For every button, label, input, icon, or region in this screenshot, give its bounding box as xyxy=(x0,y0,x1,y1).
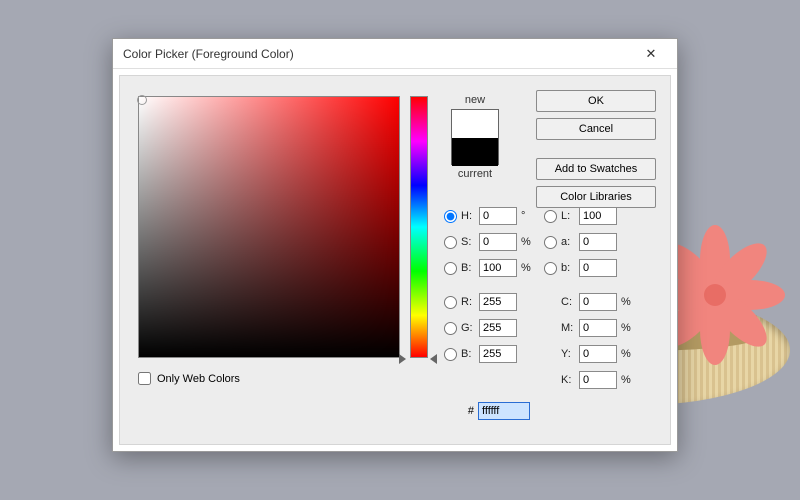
s-unit: % xyxy=(521,236,533,248)
bb-input[interactable] xyxy=(479,345,517,363)
h-label: H: xyxy=(461,210,479,222)
hue-pointer-left-icon[interactable] xyxy=(399,354,406,364)
hex-row: # xyxy=(460,402,530,420)
y-label: Y: xyxy=(561,348,579,360)
m-unit: % xyxy=(621,322,633,334)
saturation-value-field[interactable] xyxy=(138,96,400,358)
b-label: B: xyxy=(461,262,479,274)
dialog-body: new current OK Cancel Add to Swatches Co… xyxy=(119,75,671,445)
lb-input[interactable] xyxy=(579,259,617,277)
hue-pointer-right-icon[interactable] xyxy=(430,354,437,364)
cancel-button[interactable]: Cancel xyxy=(536,118,656,140)
l-label: L: xyxy=(561,210,579,222)
k-label: K: xyxy=(561,374,579,386)
m-label: M: xyxy=(561,322,579,334)
mode-g-radio[interactable] xyxy=(444,322,457,335)
c-input[interactable] xyxy=(579,293,617,311)
b-unit: % xyxy=(521,262,533,274)
mode-b-radio[interactable] xyxy=(444,262,457,275)
c-label: C: xyxy=(561,296,579,308)
y-input[interactable] xyxy=(579,345,617,363)
close-icon[interactable]: ✕ xyxy=(631,43,671,65)
add-to-swatches-button[interactable]: Add to Swatches xyxy=(536,158,656,180)
c-unit: % xyxy=(621,296,633,308)
mode-a-radio[interactable] xyxy=(544,236,557,249)
color-fields: H: ° S: % B: % R: xyxy=(444,204,533,368)
only-web-colors-row: Only Web Colors xyxy=(138,372,240,385)
dialog-title: Color Picker (Foreground Color) xyxy=(123,39,294,69)
color-picker-dialog: Color Picker (Foreground Color) ✕ new cu… xyxy=(112,38,678,452)
y-unit: % xyxy=(621,348,633,360)
h-unit: ° xyxy=(521,210,533,222)
m-input[interactable] xyxy=(579,319,617,337)
preview-current-label: current xyxy=(445,168,505,180)
l-input[interactable] xyxy=(579,207,617,225)
hex-label: # xyxy=(460,405,474,417)
b-input[interactable] xyxy=(479,259,517,277)
preview-new-color xyxy=(452,110,498,138)
k-input[interactable] xyxy=(579,371,617,389)
r-label: R: xyxy=(461,296,479,308)
color-preview: new current xyxy=(445,94,505,180)
a-label: a: xyxy=(561,236,579,248)
preview-swatch xyxy=(451,109,499,165)
lb-label: b: xyxy=(561,262,579,274)
k-unit: % xyxy=(621,374,633,386)
preview-current-color[interactable] xyxy=(452,138,498,166)
mode-r-radio[interactable] xyxy=(444,296,457,309)
g-label: G: xyxy=(461,322,479,334)
satval-cursor[interactable] xyxy=(137,95,147,105)
mode-bb-radio[interactable] xyxy=(444,348,457,361)
s-input[interactable] xyxy=(479,233,517,251)
only-web-colors-checkbox[interactable] xyxy=(138,372,151,385)
only-web-colors-label: Only Web Colors xyxy=(157,373,240,385)
a-input[interactable] xyxy=(579,233,617,251)
h-input[interactable] xyxy=(479,207,517,225)
preview-new-label: new xyxy=(445,94,505,106)
mode-l-radio[interactable] xyxy=(544,210,557,223)
mode-h-radio[interactable] xyxy=(444,210,457,223)
r-input[interactable] xyxy=(479,293,517,311)
button-column: OK Cancel Add to Swatches Color Librarie… xyxy=(536,90,656,214)
g-input[interactable] xyxy=(479,319,517,337)
titlebar[interactable]: Color Picker (Foreground Color) ✕ xyxy=(113,39,677,69)
hue-slider[interactable] xyxy=(410,96,428,358)
hex-input[interactable] xyxy=(478,402,530,420)
s-label: S: xyxy=(461,236,479,248)
ok-button[interactable]: OK xyxy=(536,90,656,112)
mode-s-radio[interactable] xyxy=(444,236,457,249)
bb-label: B: xyxy=(461,348,479,360)
mode-lb-radio[interactable] xyxy=(544,262,557,275)
